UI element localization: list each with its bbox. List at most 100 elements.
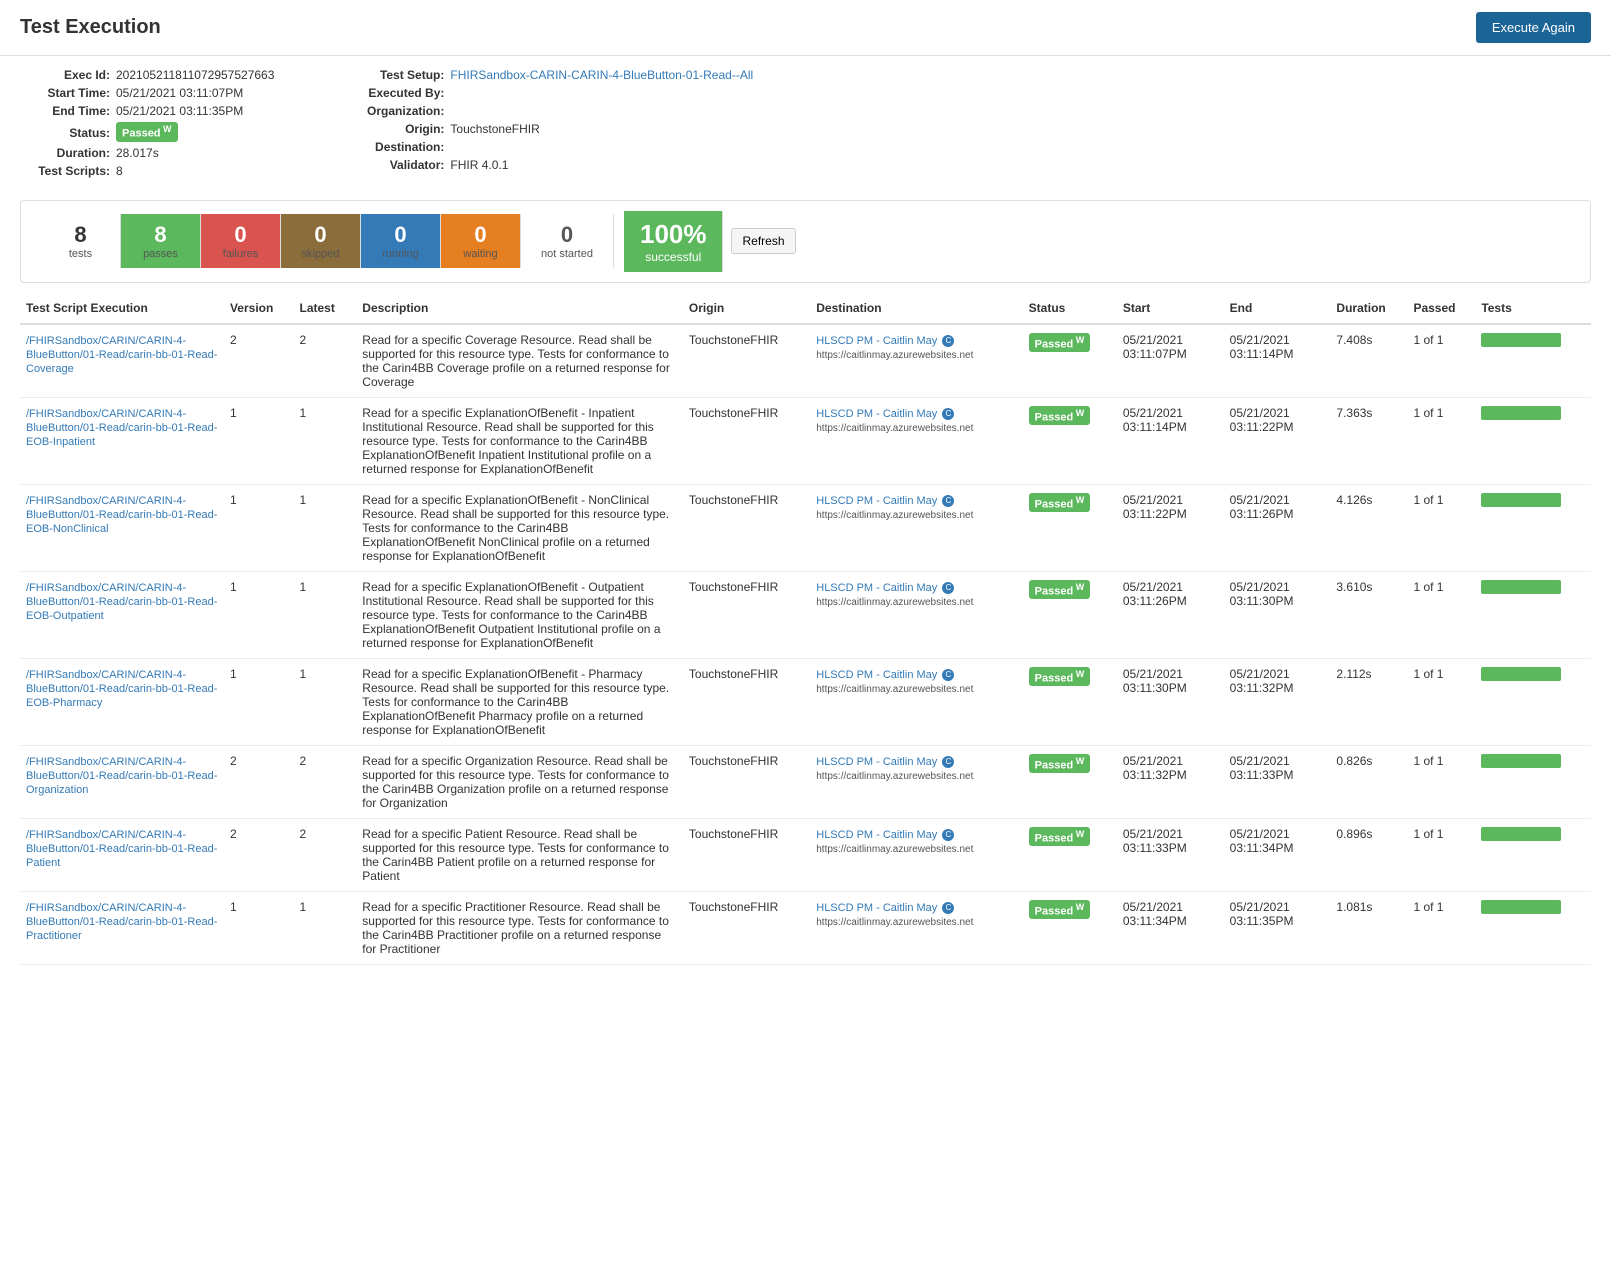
table-row: /FHIRSandbox/CARIN/CARIN-4-BlueButton/01… [20, 397, 1591, 484]
not-started-label: not started [541, 248, 593, 260]
table-row: /FHIRSandbox/CARIN/CARIN-4-BlueButton/01… [20, 658, 1591, 745]
col-header-origin: Origin [683, 293, 810, 324]
status-cell: Passed [1023, 484, 1117, 571]
tests-cell [1475, 818, 1591, 891]
destination-cell: HLSCD PM - Caitlin May C https://caitlin… [810, 891, 1022, 964]
exec-id-value: 202105211811072957527663 [116, 68, 274, 82]
description-cell: Read for a specific ExplanationOfBenefit… [356, 484, 683, 571]
script-link[interactable]: /FHIRSandbox/CARIN/CARIN-4-BlueButton/01… [26, 495, 217, 535]
progress-bar [1481, 406, 1561, 420]
status-badge: Passed [1029, 900, 1091, 920]
script-link[interactable]: /FHIRSandbox/CARIN/CARIN-4-BlueButton/01… [26, 335, 217, 375]
progress-bar [1481, 493, 1561, 507]
origin-label: Origin: [354, 122, 444, 136]
script-link[interactable]: /FHIRSandbox/CARIN/CARIN-4-BlueButton/01… [26, 408, 217, 448]
execute-again-button[interactable]: Execute Again [1476, 12, 1591, 43]
latest-cell: 2 [294, 324, 357, 398]
duration-label: Duration: [20, 146, 110, 160]
end-time-label: End Time: [20, 104, 110, 118]
stat-success-pct: 100% successful [624, 211, 724, 272]
duration-cell: 0.826s [1330, 745, 1407, 818]
tests-cell [1475, 745, 1591, 818]
status-cell: Passed [1023, 818, 1117, 891]
version-cell: 1 [224, 397, 294, 484]
latest-cell: 1 [294, 397, 357, 484]
duration-cell: 2.112s [1330, 658, 1407, 745]
test-setup-link[interactable]: FHIRSandbox-CARIN-CARIN-4-BlueButton-01-… [450, 68, 753, 82]
destination-cell: HLSCD PM - Caitlin May C https://caitlin… [810, 818, 1022, 891]
script-link[interactable]: /FHIRSandbox/CARIN/CARIN-4-BlueButton/01… [26, 582, 217, 622]
script-link[interactable]: /FHIRSandbox/CARIN/CARIN-4-BlueButton/01… [26, 756, 217, 796]
success-pct-number: 100% [640, 219, 707, 250]
destination-url: https://caitlinmay.azurewebsites.net [816, 423, 973, 434]
waiting-label: waiting [463, 248, 497, 260]
version-cell: 2 [224, 745, 294, 818]
start-cell: 05/21/202103:11:14PM [1117, 397, 1224, 484]
progress-bar [1481, 580, 1561, 594]
destination-cell: HLSCD PM - Caitlin May C https://caitlin… [810, 571, 1022, 658]
destination-cell: HLSCD PM - Caitlin May C https://caitlin… [810, 397, 1022, 484]
tests-cell [1475, 891, 1591, 964]
duration-cell: 1.081s [1330, 891, 1407, 964]
script-link[interactable]: /FHIRSandbox/CARIN/CARIN-4-BlueButton/01… [26, 829, 217, 869]
destination-link[interactable]: HLSCD PM - Caitlin May C [816, 756, 954, 768]
passed-cell: 1 of 1 [1407, 658, 1475, 745]
destination-cell: HLSCD PM - Caitlin May C https://caitlin… [810, 324, 1022, 398]
passed-cell: 1 of 1 [1407, 484, 1475, 571]
end-cell: 05/21/202103:11:14PM [1224, 324, 1331, 398]
validator-label: Validator: [354, 158, 444, 172]
duration-cell: 7.363s [1330, 397, 1407, 484]
destination-link[interactable]: HLSCD PM - Caitlin May C [816, 582, 954, 594]
destination-url: https://caitlinmay.azurewebsites.net [816, 684, 973, 695]
stat-failures: 0 failures [201, 214, 281, 268]
origin-cell: TouchstoneFHIR [683, 745, 810, 818]
end-cell: 05/21/202103:11:33PM [1224, 745, 1331, 818]
table-row: /FHIRSandbox/CARIN/CARIN-4-BlueButton/01… [20, 571, 1591, 658]
status-cell: Passed [1023, 324, 1117, 398]
destination-link[interactable]: HLSCD PM - Caitlin May C [816, 408, 954, 420]
destination-link[interactable]: HLSCD PM - Caitlin May C [816, 335, 954, 347]
start-cell: 05/21/202103:11:07PM [1117, 324, 1224, 398]
start-time-value: 05/21/2021 03:11:07PM [116, 86, 243, 100]
version-cell: 2 [224, 818, 294, 891]
stat-skipped: 0 skipped [281, 214, 361, 268]
latest-cell: 1 [294, 484, 357, 571]
destination-label: Destination: [354, 140, 444, 154]
description-cell: Read for a specific ExplanationOfBenefit… [356, 397, 683, 484]
status-badge: Passed [116, 122, 178, 142]
latest-cell: 1 [294, 658, 357, 745]
passed-cell: 1 of 1 [1407, 745, 1475, 818]
start-cell: 05/21/202103:11:30PM [1117, 658, 1224, 745]
col-header-start: Start [1117, 293, 1224, 324]
description-cell: Read for a specific Coverage Resource. R… [356, 324, 683, 398]
status-cell: Passed [1023, 397, 1117, 484]
col-header-end: End [1224, 293, 1331, 324]
end-cell: 05/21/202103:11:22PM [1224, 397, 1331, 484]
skipped-number: 0 [314, 222, 326, 248]
version-cell: 1 [224, 484, 294, 571]
latest-cell: 1 [294, 891, 357, 964]
tests-cell [1475, 484, 1591, 571]
script-link[interactable]: /FHIRSandbox/CARIN/CARIN-4-BlueButton/01… [26, 902, 217, 942]
destination-link[interactable]: HLSCD PM - Caitlin May C [816, 829, 954, 841]
passes-label: passes [143, 248, 178, 260]
skipped-label: skipped [302, 248, 340, 260]
table-row: /FHIRSandbox/CARIN/CARIN-4-BlueButton/01… [20, 818, 1591, 891]
refresh-button[interactable]: Refresh [731, 228, 795, 254]
col-header-desc: Description [356, 293, 683, 324]
stats-bar: 8 tests 8 passes 0 failures 0 skipped 0 … [20, 200, 1591, 283]
destination-link[interactable]: HLSCD PM - Caitlin May C [816, 669, 954, 681]
tests-cell [1475, 658, 1591, 745]
script-link[interactable]: /FHIRSandbox/CARIN/CARIN-4-BlueButton/01… [26, 669, 217, 709]
origin-cell: TouchstoneFHIR [683, 891, 810, 964]
table-row: /FHIRSandbox/CARIN/CARIN-4-BlueButton/01… [20, 324, 1591, 398]
duration-cell: 7.408s [1330, 324, 1407, 398]
destination-url: https://caitlinmay.azurewebsites.net [816, 844, 973, 855]
destination-link[interactable]: HLSCD PM - Caitlin May C [816, 495, 954, 507]
destination-url: https://caitlinmay.azurewebsites.net [816, 350, 973, 361]
executed-by-label: Executed By: [354, 86, 444, 100]
destination-link[interactable]: HLSCD PM - Caitlin May C [816, 902, 954, 914]
passes-number: 8 [154, 222, 166, 248]
not-started-number: 0 [561, 222, 573, 248]
start-time-label: Start Time: [20, 86, 110, 100]
